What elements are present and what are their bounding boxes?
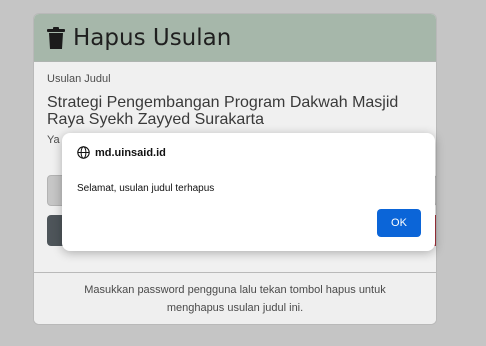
card-header: Hapus Usulan — [34, 14, 436, 62]
page-title: Hapus Usulan — [73, 24, 232, 51]
ok-button[interactable]: OK — [377, 209, 421, 237]
globe-icon — [77, 146, 90, 159]
alert-dialog: md.uinsaid.id Selamat, usulan judul terh… — [62, 133, 435, 251]
proposal-title-label: Usulan Judul — [47, 73, 111, 85]
proposal-title-value: Strategi Pengembangan Program Dakwah Mas… — [47, 94, 399, 128]
dialog-origin: md.uinsaid.id — [77, 146, 166, 159]
instruction-text: Masukkan password pengguna lalu tekan to… — [84, 283, 386, 314]
dialog-origin-text: md.uinsaid.id — [95, 146, 166, 159]
trash-icon — [47, 26, 65, 49]
card-footer: Masukkan password pengguna lalu tekan to… — [34, 272, 436, 324]
dialog-message: Selamat, usulan judul terhapus — [77, 183, 215, 194]
